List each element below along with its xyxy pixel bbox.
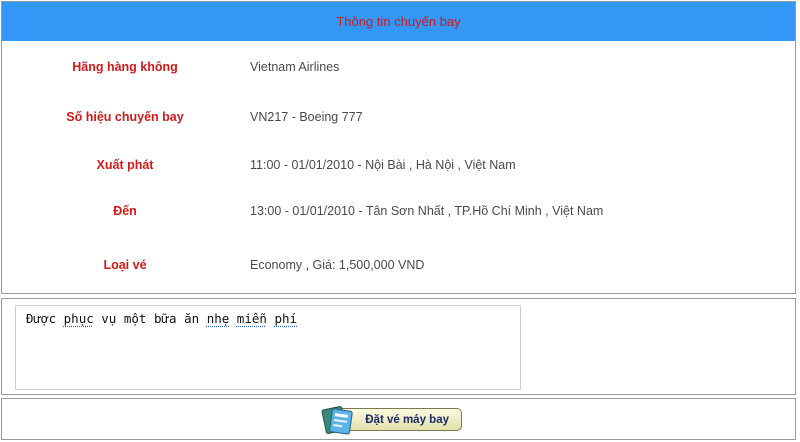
note-word: Được bbox=[26, 311, 57, 326]
page-title: Thông tin chuyến bay bbox=[336, 14, 461, 29]
notes-textarea[interactable]: Được phục vụ một bữa ăn nhẹ miễn phí bbox=[15, 305, 521, 390]
note-word: bữa bbox=[153, 311, 177, 326]
note-word: ăn bbox=[184, 311, 200, 326]
flight-number-label: Số hiệu chuyến bay bbox=[66, 110, 184, 124]
note-word: nhẹ bbox=[206, 311, 230, 326]
action-panel: Đặt vé máy bay bbox=[1, 398, 796, 440]
note-word: phục bbox=[63, 311, 94, 326]
airline-value: Vietnam Airlines bbox=[250, 60, 340, 74]
flight-info-header: Thông tin chuyến bay bbox=[2, 2, 795, 41]
info-row-airline: Hãng hàng không Vietnam Airlines bbox=[2, 57, 795, 77]
info-row-ticket-class: Loại vé Economy , Giá: 1,500,000 VND bbox=[2, 255, 795, 275]
book-ticket-label: Đặt vé máy bay bbox=[365, 413, 449, 426]
flight-number-value: VN217 - Boeing 777 bbox=[250, 110, 363, 124]
note-word: một bbox=[123, 311, 147, 326]
airline-label: Hãng hàng không bbox=[72, 60, 178, 74]
departure-value: 11:00 - 01/01/2010 - Nội Bài , Hà Nội , … bbox=[250, 158, 516, 172]
ticket-icon bbox=[321, 406, 353, 435]
note-word: vụ bbox=[101, 311, 117, 326]
arrival-label: Đến bbox=[113, 204, 137, 218]
note-word: phí bbox=[274, 311, 298, 326]
note-word: miễn bbox=[236, 311, 267, 326]
book-ticket-button[interactable]: Đặt vé máy bay bbox=[320, 404, 464, 436]
flight-info-panel: Thông tin chuyến bay Hãng hàng không Vie… bbox=[1, 1, 796, 294]
departure-label: Xuất phát bbox=[96, 158, 154, 172]
notes-panel: Được phục vụ một bữa ăn nhẹ miễn phí bbox=[1, 298, 796, 395]
ticket-class-label: Loại vé bbox=[103, 258, 147, 272]
info-row-arrival: Đến 13:00 - 01/01/2010 - Tân Sơn Nhất , … bbox=[2, 201, 795, 221]
info-row-departure: Xuất phát 11:00 - 01/01/2010 - Nội Bài ,… bbox=[2, 155, 795, 175]
info-row-flight-number: Số hiệu chuyến bay VN217 - Boeing 777 bbox=[2, 107, 795, 127]
ticket-class-value: Economy , Giá: 1,500,000 VND bbox=[250, 258, 425, 272]
arrival-value: 13:00 - 01/01/2010 - Tân Sơn Nhất , TP.H… bbox=[250, 204, 604, 218]
